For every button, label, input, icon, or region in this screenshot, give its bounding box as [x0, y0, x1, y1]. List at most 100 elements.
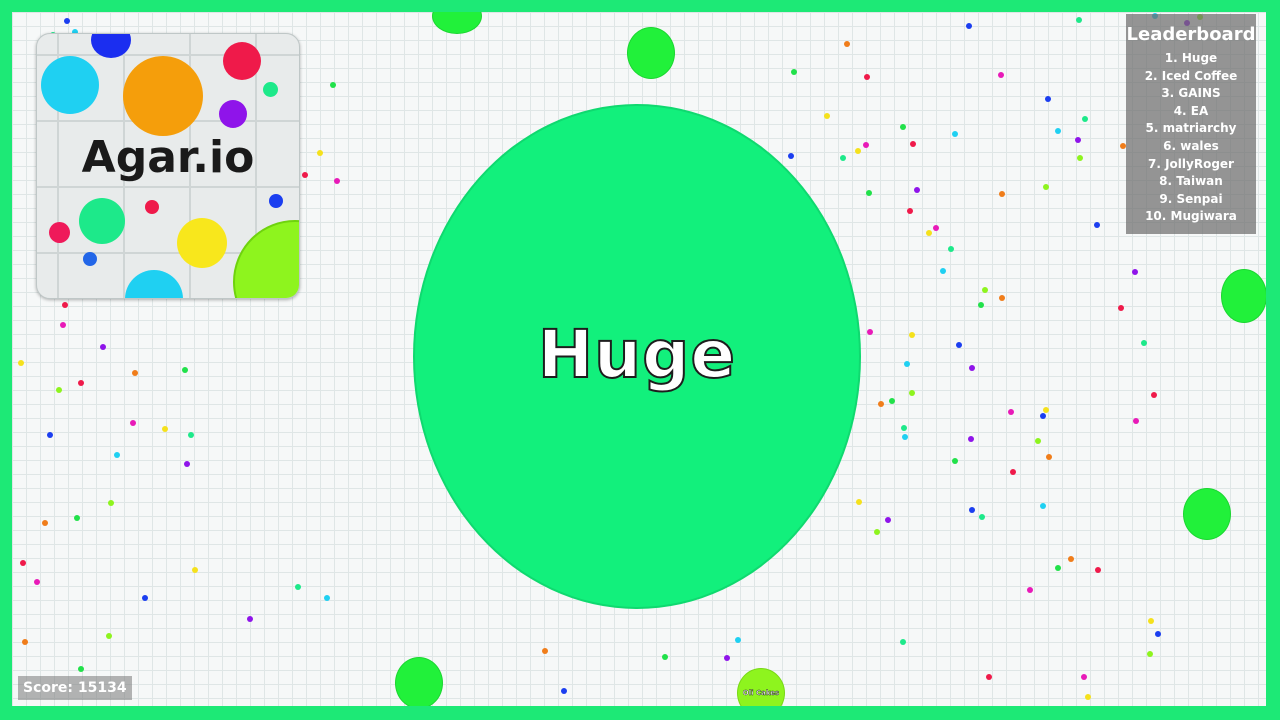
food-pellet	[966, 23, 972, 29]
food-pellet	[856, 499, 862, 505]
enemy-cell	[395, 657, 443, 706]
food-pellet	[1151, 392, 1157, 398]
agario-logo: Agar.io	[36, 33, 300, 299]
food-pellet	[247, 616, 253, 622]
food-pellet	[910, 141, 916, 147]
logo-dot	[79, 198, 125, 244]
logo-dot	[83, 252, 97, 266]
food-pellet	[1035, 438, 1041, 444]
food-pellet	[114, 452, 120, 458]
food-pellet	[1043, 407, 1049, 413]
food-pellet	[317, 150, 323, 156]
food-pellet	[542, 648, 548, 654]
food-pellet	[64, 18, 70, 24]
food-pellet	[1095, 567, 1101, 573]
enemy-cell	[1183, 488, 1231, 540]
leaderboard: Leaderboard 1. Huge 2. Iced Coffee 3. GA…	[1126, 14, 1256, 234]
food-pellet	[926, 230, 932, 236]
logo-dot	[91, 34, 131, 58]
leaderboard-entry: 5. matriarchy	[1145, 121, 1237, 136]
food-pellet	[1040, 503, 1046, 509]
food-pellet	[20, 560, 26, 566]
food-pellet	[1082, 116, 1088, 122]
food-pellet	[1075, 137, 1081, 143]
food-pellet	[1133, 418, 1139, 424]
food-pellet	[78, 666, 84, 672]
food-pellet	[334, 178, 340, 184]
food-pellet	[188, 432, 194, 438]
food-pellet	[142, 595, 148, 601]
food-pellet	[1055, 128, 1061, 134]
food-pellet	[885, 517, 891, 523]
food-pellet	[979, 514, 985, 520]
food-pellet	[909, 390, 915, 396]
logo-dot	[123, 56, 203, 136]
food-pellet	[1077, 155, 1083, 161]
food-pellet	[1068, 556, 1074, 562]
food-pellet	[1132, 269, 1138, 275]
logo-dot	[223, 42, 261, 80]
food-pellet	[192, 567, 198, 573]
food-pellet	[724, 655, 730, 661]
food-pellet	[1147, 651, 1153, 657]
food-pellet	[855, 148, 861, 154]
food-pellet	[1027, 587, 1033, 593]
leaderboard-entry: 8. Taiwan	[1159, 174, 1223, 189]
food-pellet	[162, 426, 168, 432]
food-pellet	[956, 342, 962, 348]
food-pellet	[863, 142, 869, 148]
food-pellet	[56, 387, 62, 393]
enemy-cell	[1221, 269, 1266, 323]
food-pellet	[1008, 409, 1014, 415]
food-pellet	[735, 637, 741, 643]
food-pellet	[22, 639, 28, 645]
game-frame: Oli Cakes Huge Agar.io Leaderboard 1. Hu…	[0, 0, 1280, 720]
food-pellet	[330, 82, 336, 88]
logo-dot	[269, 194, 283, 208]
food-pellet	[1085, 694, 1091, 700]
food-pellet	[901, 425, 907, 431]
food-pellet	[100, 344, 106, 350]
food-pellet	[866, 190, 872, 196]
leaderboard-entry: 7. JollyRoger	[1148, 156, 1234, 171]
enemy-cell-name: Oli Cakes	[742, 689, 780, 697]
food-pellet	[968, 436, 974, 442]
food-pellet	[999, 191, 1005, 197]
food-pellet	[1148, 618, 1154, 624]
food-pellet	[902, 434, 908, 440]
food-pellet	[1045, 96, 1051, 102]
food-pellet	[867, 329, 873, 335]
leaderboard-entry: 4. EA	[1173, 103, 1209, 118]
logo-dot	[41, 56, 99, 114]
food-pellet	[914, 187, 920, 193]
food-pellet	[907, 208, 913, 214]
food-pellet	[878, 401, 884, 407]
food-pellet	[78, 380, 84, 386]
food-pellet	[1010, 469, 1016, 475]
leaderboard-entry: 2. Iced Coffee	[1144, 68, 1238, 83]
food-pellet	[106, 633, 112, 639]
leaderboard-title: Leaderboard	[1126, 24, 1256, 45]
food-pellet	[1141, 340, 1147, 346]
food-pellet	[62, 302, 68, 308]
food-pellet	[184, 461, 190, 467]
food-pellet	[74, 515, 80, 521]
food-pellet	[969, 365, 975, 371]
logo-dot	[177, 218, 227, 268]
food-pellet	[1040, 413, 1046, 419]
logo-dot	[125, 270, 183, 298]
food-pellet	[1094, 222, 1100, 228]
food-pellet	[47, 432, 53, 438]
food-pellet	[662, 654, 668, 660]
food-pellet	[874, 529, 880, 535]
food-pellet	[1155, 631, 1161, 637]
logo-dot	[49, 222, 70, 243]
food-pellet	[324, 595, 330, 601]
food-pellet	[978, 302, 984, 308]
food-pellet	[840, 155, 846, 161]
enemy-cell	[432, 12, 482, 34]
food-pellet	[1043, 184, 1049, 190]
food-pellet	[302, 172, 308, 178]
food-pellet	[904, 361, 910, 367]
food-pellet	[1055, 565, 1061, 571]
